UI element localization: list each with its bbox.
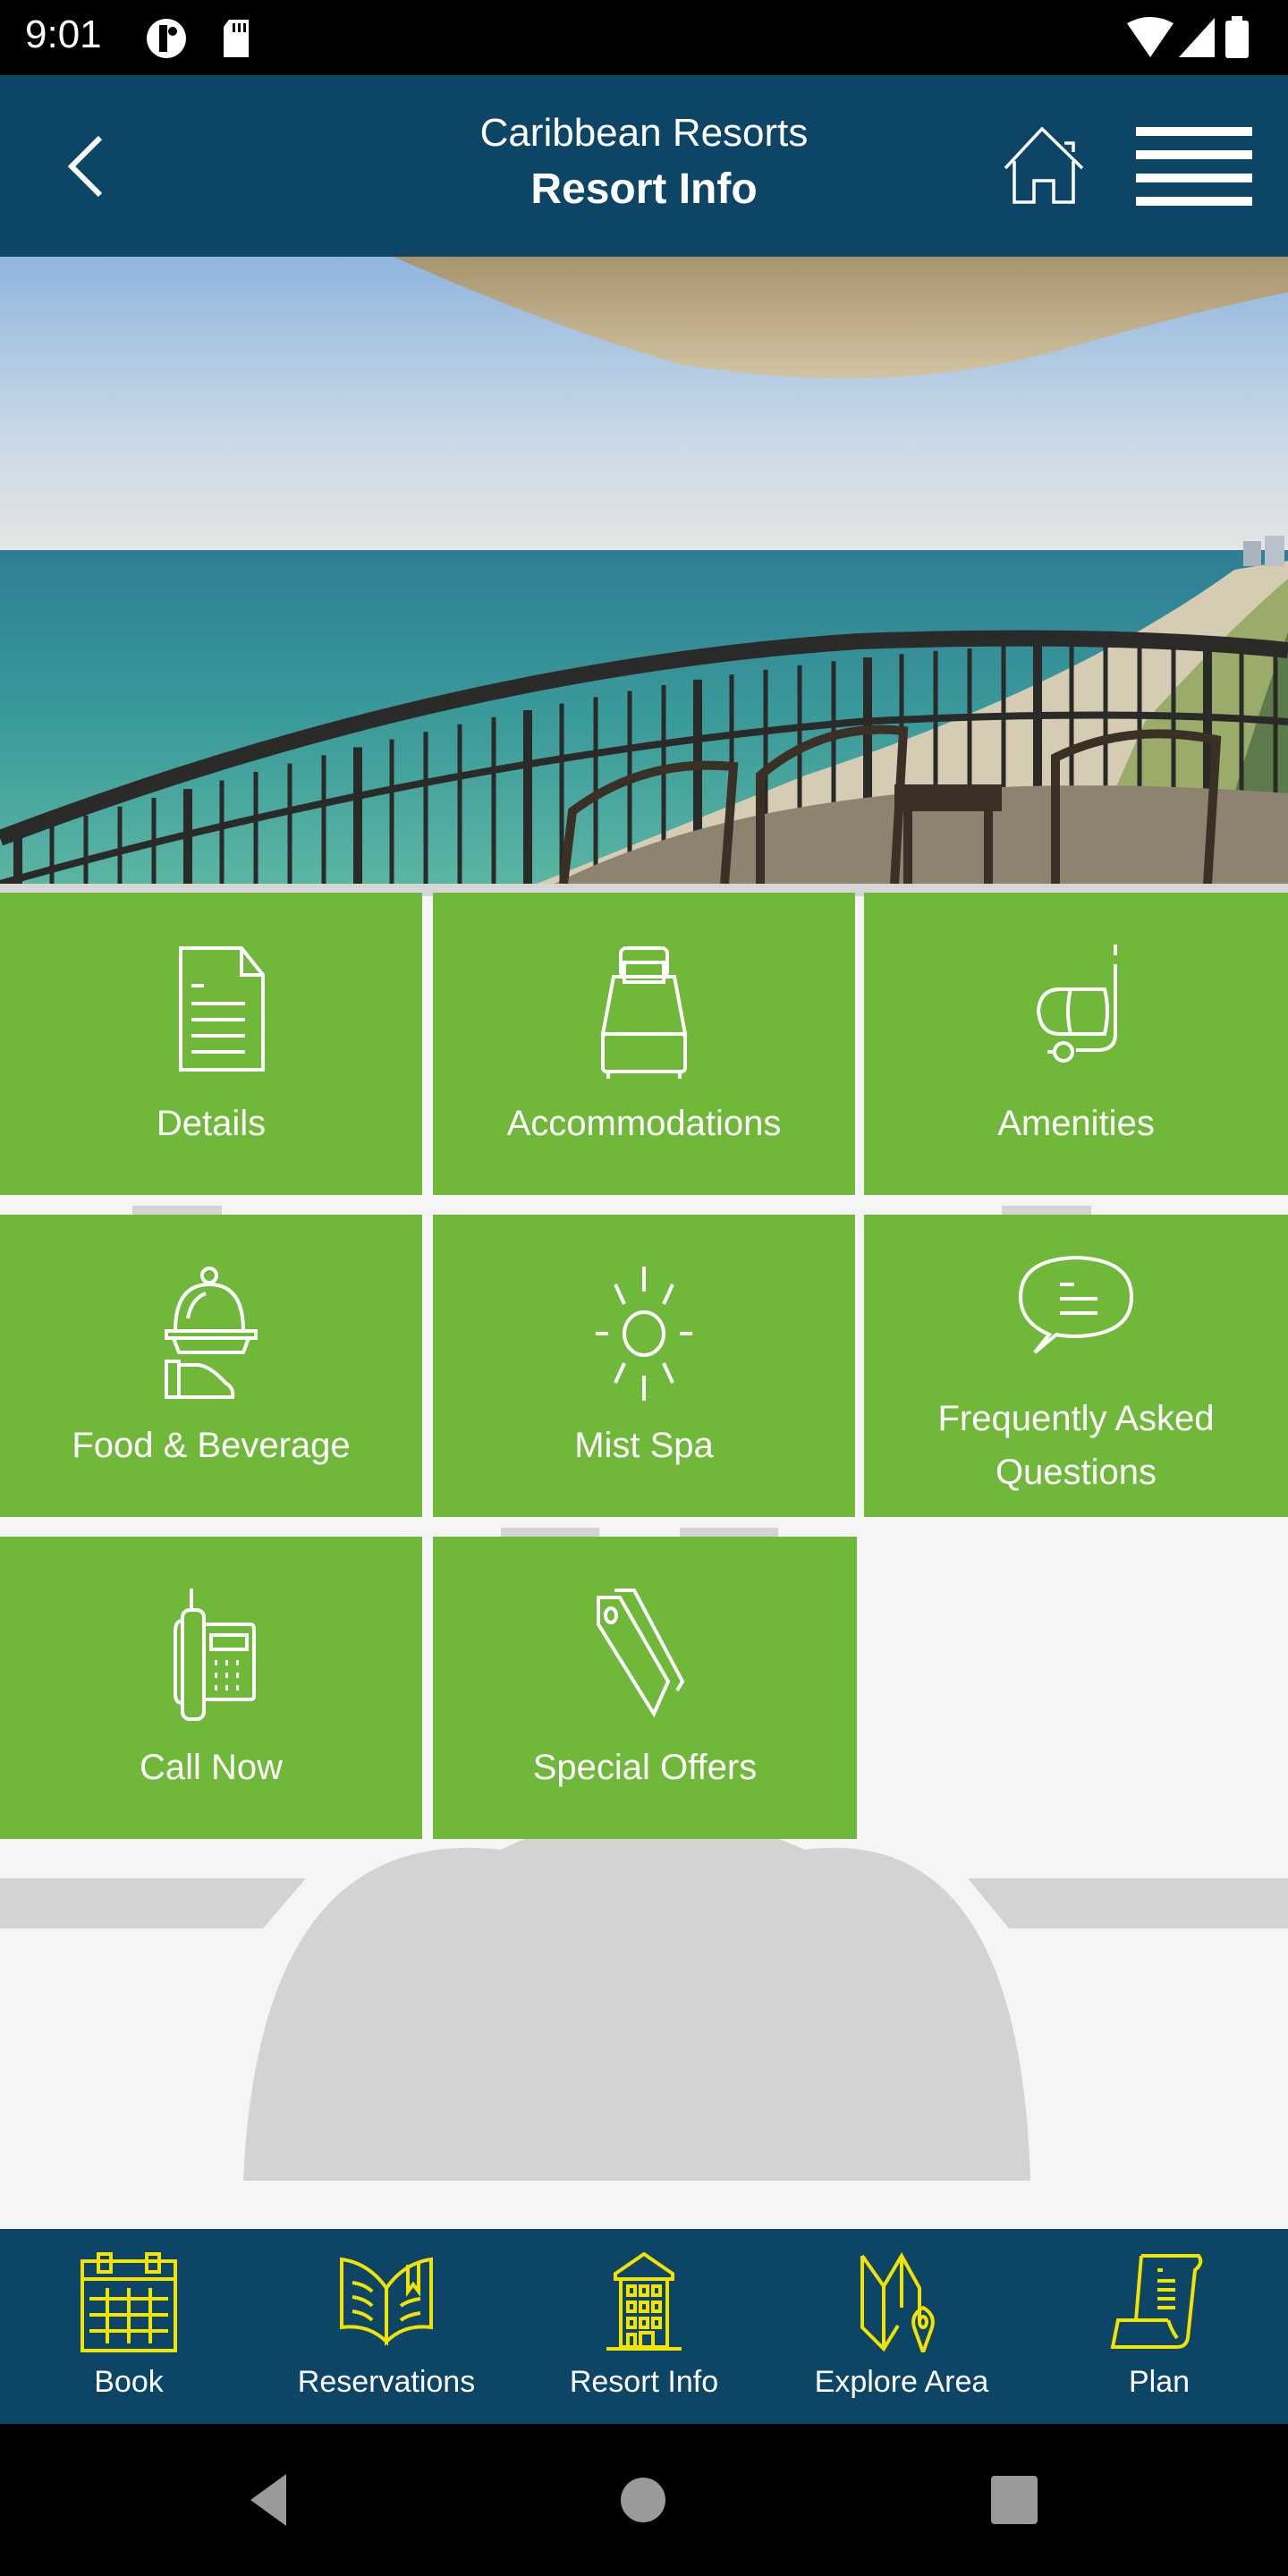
- bed-icon: [600, 946, 688, 1079]
- battery-icon: [1225, 16, 1249, 58]
- tile-call-now[interactable]: Call Now: [0, 1537, 422, 1839]
- nav-book[interactable]: Book: [0, 2229, 258, 2424]
- nav-label: Reservations: [297, 2365, 476, 2399]
- nav-resort-info[interactable]: Resort Info: [515, 2229, 773, 2424]
- speech-bubble-icon: [1018, 1255, 1134, 1354]
- status-time: 9:01: [25, 13, 102, 56]
- status-bar: 9:01: [0, 0, 1288, 75]
- hero-image: [0, 257, 1288, 884]
- nav-label: Resort Info: [569, 2365, 719, 2399]
- snorkel-mask-icon: [1036, 945, 1117, 1063]
- nav-label: Book: [94, 2365, 164, 2399]
- cell-signal-icon: [1179, 18, 1215, 57]
- tile-amenities[interactable]: Amenities: [864, 893, 1288, 1195]
- wifi-icon: [1127, 17, 1174, 57]
- system-back-button[interactable]: [236, 2469, 299, 2531]
- tile-food-beverage[interactable]: Food & Beverage: [0, 1215, 422, 1517]
- sd-card-icon: [224, 20, 249, 57]
- hamburger-menu-button[interactable]: [1132, 122, 1254, 211]
- tile-special-offers[interactable]: Special Offers: [433, 1537, 857, 1839]
- document-icon: [179, 946, 265, 1072]
- nav-explore-area[interactable]: Explore Area: [773, 2229, 1030, 2424]
- price-tag-icon: [597, 1589, 685, 1718]
- tile-label: Call Now: [139, 1748, 284, 1787]
- triangle-back-icon: [250, 2474, 286, 2526]
- tile-accommodations[interactable]: Accommodations: [433, 893, 855, 1195]
- nav-label: Explore Area: [814, 2365, 989, 2399]
- calendar-icon: [80, 2252, 177, 2352]
- tile-label: Amenities: [997, 1104, 1155, 1143]
- tile-label-line1: Frequently Asked: [937, 1399, 1215, 1438]
- serving-cloche-icon: [165, 1267, 258, 1399]
- tile-mist-spa[interactable]: Mist Spa: [433, 1215, 855, 1517]
- circle-home-icon: [621, 2478, 665, 2522]
- app-header: Caribbean Resorts Resort Info: [0, 75, 1288, 257]
- nav-plan[interactable]: Plan: [1030, 2229, 1288, 2424]
- tile-label: Special Offers: [532, 1748, 758, 1787]
- sun-icon: [596, 1267, 692, 1401]
- tile-label: Mist Spa: [574, 1426, 714, 1465]
- building-icon: [606, 2252, 682, 2351]
- tile-label: Details: [156, 1104, 267, 1143]
- scroll-icon: [1110, 2254, 1203, 2349]
- bottom-navigation: Book Reservations Resort Info Explore Ar…: [0, 2229, 1288, 2424]
- home-button[interactable]: [1002, 125, 1086, 206]
- tiles-area: Details Accommodations Amenities Food & …: [0, 884, 1288, 2229]
- tile-label-line2: Questions: [995, 1453, 1157, 1492]
- tile-details[interactable]: Details: [0, 893, 422, 1195]
- page-title: Resort Info: [530, 165, 758, 213]
- open-book-icon: [340, 2257, 433, 2346]
- system-recents-button[interactable]: [982, 2469, 1045, 2531]
- system-navigation-bar: [0, 2424, 1288, 2576]
- tile-faq[interactable]: Frequently Asked Questions: [864, 1215, 1288, 1517]
- system-home-button[interactable]: [612, 2469, 674, 2531]
- tile-label: Food & Beverage: [72, 1426, 351, 1465]
- map-pin-icon: [860, 2252, 935, 2352]
- header-subtitle: Caribbean Resorts: [479, 111, 809, 155]
- telephone-icon: [174, 1589, 256, 1721]
- tile-label: Accommodations: [506, 1104, 782, 1143]
- home-icon: [1004, 126, 1084, 204]
- nav-reservations[interactable]: Reservations: [258, 2229, 515, 2424]
- hamburger-menu-icon: [1136, 127, 1252, 206]
- square-recents-icon: [991, 2476, 1038, 2524]
- nav-label: Plan: [1128, 2365, 1191, 2399]
- app-notification-icon: [147, 19, 186, 58]
